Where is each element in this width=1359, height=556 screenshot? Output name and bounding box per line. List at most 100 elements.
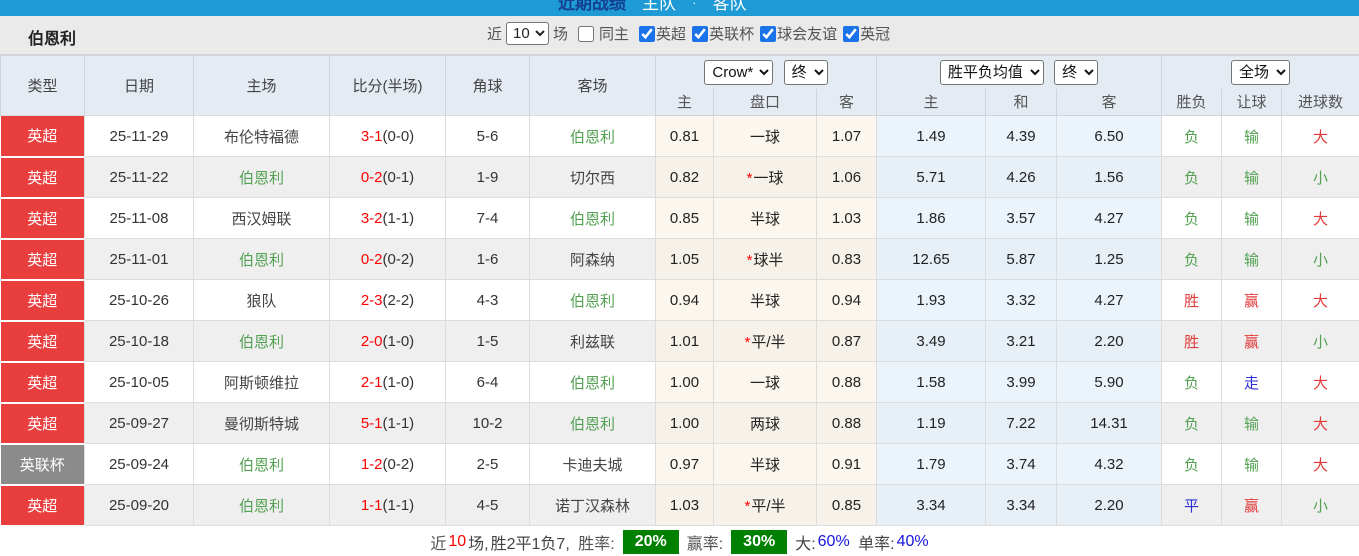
league-filter-checkbox[interactable] [843,25,860,42]
home-team: 伯恩利 [193,484,330,526]
handicap-home-odds: 0.97 [655,443,714,485]
fulltime-score: 1-2 [360,455,383,473]
handicap-line: 半球 [713,443,817,485]
home-team: 布伦特福德 [193,115,330,157]
avg-home-odds: 1.86 [876,197,986,239]
league-badge: 英超 [0,115,85,158]
handicap-home-odds: 0.82 [655,156,714,198]
league-badge: 英超 [0,197,85,240]
filter-controls: 近 10 场 同主 英超 英联杯 球会友谊 英冠 [487,22,890,45]
fulltime-score: 3-1 [360,127,383,145]
home-team: 伯恩利 [193,238,330,280]
footer-record: 胜2平1负7, [490,536,570,553]
result-cell: 负 [1161,115,1223,157]
avg-home-odds: 5.71 [876,156,986,198]
corners: 2-5 [445,443,530,485]
sub-header-goals: 进球数 [1281,88,1359,116]
corners: 4-5 [445,484,530,526]
avg-draw-odds: 3.21 [985,320,1057,362]
sub-header-avg-away: 客 [1055,88,1163,116]
league-badge: 英超 [0,156,85,199]
score-cell: 0-2(0-2) [329,238,446,280]
avg-draw-odds: 3.57 [985,197,1057,239]
handicap-rate-badge: 30% [731,530,788,554]
sub-header-result: 胜负 [1161,88,1223,116]
match-row: 英超 25-10-26 狼队 2-3(2-2) 4-3 伯恩利 0.94 半球 0.94 1.93… [0,279,1359,322]
match-row: 英超 25-10-18 伯恩利 2-0(1-0) 1-5 利兹联 1.01 *平/半 0.87 3… [0,320,1359,363]
changed-line-marker: * [744,497,751,515]
win-rate-badge: 20% [622,530,679,554]
handicap-result-cell: 输 [1221,238,1283,280]
footer-handicap-rate-label: 赢率: [686,536,724,553]
footer-games-suffix: 场, [468,536,489,553]
footer-single-rate: 40% [896,533,929,550]
match-row: 英超 25-11-29 布伦特福德 3-1(0-0) 5-6 伯恩利 0.81 一球 1.07 1… [0,115,1359,158]
avg-away-odds: 1.25 [1055,238,1163,280]
corners: 1-5 [445,320,530,362]
tab-recent-results[interactable]: 近期战绩 [558,0,626,14]
avg-draw-odds: 7.22 [985,402,1057,444]
league-filter-label: 球会友谊 [777,26,838,43]
top-nav-bar: 近期战绩 主队 · 客队 [0,0,1359,16]
league-filter-checkbox[interactable] [692,25,709,42]
dot-separator: · [692,0,697,10]
match-date: 25-11-22 [84,156,194,198]
score-cell: 3-2(1-1) [329,197,446,239]
sub-header-avg-home: 主 [876,88,986,116]
bookmaker-select[interactable]: Crow* [704,59,774,85]
away-team: 伯恩利 [529,361,656,403]
home-team: 伯恩利 [193,443,330,485]
score-cell: 1-2(0-2) [329,443,446,485]
league-filter-英冠: 英冠 [837,23,890,44]
avg-away-odds: 2.20 [1055,484,1163,526]
goals-cell: 大 [1281,361,1359,403]
home-team: 伯恩利 [193,156,330,198]
match-date: 25-11-29 [84,115,194,157]
avg-draw-odds: 3.34 [985,484,1057,526]
same-home-label: 同主 [599,26,630,43]
avg-draw-odds: 4.39 [985,115,1057,157]
halftime-score: (0-2) [382,455,415,473]
score-cell: 2-1(1-0) [329,361,446,403]
avg-away-odds: 14.31 [1055,402,1163,444]
handicap-away-odds: 1.03 [816,197,877,239]
handicap-home-odds: 1.00 [655,402,714,444]
handicap-home-odds: 0.94 [655,279,714,321]
same-home-checkbox[interactable] [578,25,595,42]
halftime-score: (0-1) [382,168,415,186]
avg-away-odds: 1.56 [1055,156,1163,198]
col-header-score: 比分(半场) [329,55,446,116]
league-filter-label: 英联杯 [709,26,755,43]
filter-toolbar: 伯恩利 近 10 场 同主 英超 英联杯 球会友谊 英冠 [0,16,1359,55]
tab-home-team[interactable]: 主队 [642,0,676,14]
league-filter-checkbox[interactable] [639,25,656,42]
avg-draw-odds: 5.87 [985,238,1057,280]
avg-time-select[interactable]: 终 [1054,59,1099,85]
home-team: 狼队 [193,279,330,321]
result-cell: 负 [1161,238,1223,280]
halftime-score: (1-0) [382,373,415,391]
match-row: 英超 25-09-20 伯恩利 1-1(1-1) 4-5 诺丁汉森林 1.03 *平/半 0.8… [0,484,1359,527]
goals-cell: 小 [1281,238,1359,280]
handicap-away-odds: 0.87 [816,320,877,362]
match-count-select[interactable]: 10 [506,22,550,45]
league-filter-checkbox[interactable] [760,25,777,42]
goals-cell: 大 [1281,279,1359,321]
result-cell: 胜 [1161,279,1223,321]
match-date: 25-11-01 [84,238,194,280]
handicap-time-select[interactable]: 终 [783,59,828,85]
avg-odds-select[interactable]: 胜平负均值 [939,59,1044,85]
tab-away-team[interactable]: 客队 [713,0,747,14]
halftime-score: (1-1) [382,496,415,514]
goals-cell: 大 [1281,402,1359,444]
halftime-score: (2-2) [382,291,415,309]
near-label: 近 [487,26,503,43]
scope-select[interactable]: 全场 [1231,59,1291,85]
handicap-away-odds: 0.94 [816,279,877,321]
league-badge: 英超 [0,402,85,445]
handicap-home-odds: 1.01 [655,320,714,362]
sub-header-avg-draw: 和 [985,88,1057,116]
footer-single-label: 单率: [858,536,895,553]
corners: 1-9 [445,156,530,198]
avg-away-odds: 4.32 [1055,443,1163,485]
